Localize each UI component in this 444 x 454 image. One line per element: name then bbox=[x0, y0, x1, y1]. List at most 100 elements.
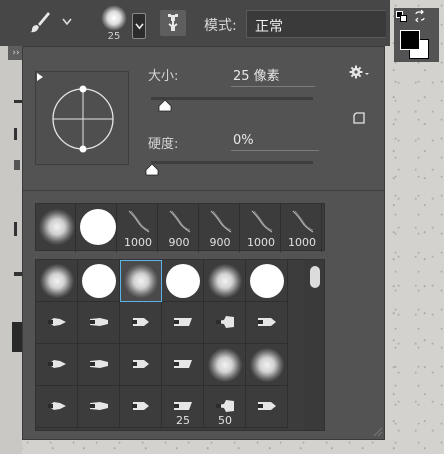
toolbar-strip bbox=[0, 46, 22, 454]
brush-preset-picker-button[interactable] bbox=[132, 13, 146, 39]
section-divider bbox=[23, 190, 384, 191]
chevron-down-icon bbox=[135, 23, 144, 30]
default-colors-icon[interactable] bbox=[396, 11, 407, 22]
foreground-color[interactable] bbox=[400, 30, 420, 50]
brush-tip-icon bbox=[258, 318, 276, 326]
size-slider-thumb[interactable] bbox=[158, 100, 172, 112]
brush-preset-2-5[interactable] bbox=[204, 302, 246, 344]
brush-preset-2-6[interactable] bbox=[246, 302, 288, 344]
brush-preset-3-3[interactable] bbox=[120, 344, 162, 386]
hardness-slider-thumb[interactable] bbox=[145, 164, 159, 176]
brush-preset-3-5[interactable] bbox=[204, 344, 246, 386]
brush-tip-icon bbox=[90, 360, 108, 368]
mode-label: 模式: bbox=[204, 18, 237, 34]
angle-handle-icon[interactable] bbox=[36, 72, 44, 82]
soft-round-brush-icon bbox=[40, 264, 74, 298]
brush-tip-icon bbox=[216, 316, 234, 328]
recent-brush-4[interactable]: 900 bbox=[159, 204, 199, 252]
hardness-label: 硬度: bbox=[148, 137, 179, 152]
paintbrush-icon[interactable] bbox=[28, 10, 52, 34]
brush-tip-icon bbox=[174, 402, 192, 410]
brush-preset-1-6[interactable] bbox=[246, 260, 288, 302]
brush-preset-4-1[interactable] bbox=[36, 386, 78, 428]
swap-colors-icon[interactable] bbox=[414, 10, 426, 22]
brush-angle-preview[interactable] bbox=[35, 71, 129, 165]
brush-angle-circle bbox=[52, 85, 114, 153]
brush-preset-1-3[interactable] bbox=[120, 260, 162, 302]
brush-preset-1-2[interactable] bbox=[78, 260, 120, 302]
new-preset-icon[interactable] bbox=[353, 112, 365, 124]
brush-preset-3-6[interactable] bbox=[246, 344, 288, 386]
brush-preset-1-5[interactable] bbox=[204, 260, 246, 302]
chevron-down-icon[interactable] bbox=[62, 18, 72, 26]
brush-preset-size: 25 bbox=[107, 31, 121, 42]
size-input[interactable]: 25 像素 bbox=[231, 65, 315, 87]
soft-round-brush-icon bbox=[124, 264, 158, 298]
brush-preset-1-1[interactable] bbox=[36, 260, 78, 302]
brush-preset-2-4[interactable] bbox=[162, 302, 204, 344]
brush-tip-icon bbox=[132, 402, 149, 410]
gear-icon[interactable] bbox=[349, 65, 371, 79]
options-bar: 25 模式: 正常 bbox=[0, 0, 390, 46]
resize-grip-icon[interactable] bbox=[371, 425, 383, 437]
brush-preset-4-5[interactable]: 50 bbox=[204, 386, 246, 428]
brush-preset-4-6[interactable] bbox=[246, 386, 288, 428]
brush-preset-3-4[interactable] bbox=[162, 344, 204, 386]
hardness-input[interactable]: 0% bbox=[231, 133, 319, 151]
toolbar-fragment bbox=[14, 160, 20, 170]
hardness-slider-track[interactable] bbox=[151, 161, 313, 164]
brush-size-label: 1000 bbox=[124, 236, 152, 249]
brush-tip-icon bbox=[258, 402, 276, 410]
brush-preset-2-3[interactable] bbox=[120, 302, 162, 344]
stroke-brush-icon bbox=[128, 210, 150, 233]
scrollbar-thumb[interactable] bbox=[310, 266, 320, 288]
brush-size-label: 900 bbox=[209, 236, 231, 249]
brush-preset-2-2[interactable] bbox=[78, 302, 120, 344]
brush-tip-icon bbox=[90, 402, 108, 410]
brush-tip-icon bbox=[174, 360, 192, 368]
brush-preset-3-1[interactable] bbox=[36, 344, 78, 386]
brush-preset-3-2[interactable] bbox=[78, 344, 120, 386]
brush-preset-picker: 大小: 25 像素 硬度: 0% 1000 900 900 1000 1000 25 50 bbox=[22, 46, 385, 440]
grid-scrollbar[interactable] bbox=[304, 260, 324, 430]
recent-brush-5[interactable]: 900 bbox=[200, 204, 240, 252]
brush-preset-2-1[interactable] bbox=[36, 302, 78, 344]
brush-tip-icon bbox=[216, 400, 234, 412]
hard-round-brush-icon bbox=[80, 209, 116, 245]
brush-size-label: 1000 bbox=[288, 236, 316, 249]
brush-tip-icon bbox=[90, 318, 108, 326]
soft-round-brush-icon bbox=[250, 348, 284, 382]
brush-tip-icon bbox=[48, 318, 66, 326]
hard-round-brush-icon bbox=[166, 264, 200, 298]
stroke-brush-icon bbox=[292, 210, 314, 233]
blend-mode-select[interactable]: 正常 bbox=[246, 10, 386, 38]
brush-preset-4-3[interactable] bbox=[120, 386, 162, 428]
recent-brush-1[interactable] bbox=[36, 204, 76, 252]
brush-size-label: 900 bbox=[168, 236, 190, 249]
soft-round-brush-icon bbox=[39, 209, 75, 245]
brush-preset-1-4[interactable] bbox=[162, 260, 204, 302]
size-slider-track[interactable] bbox=[151, 97, 313, 100]
hard-round-brush-icon bbox=[250, 264, 284, 298]
brush-preset-thumbnail[interactable] bbox=[101, 5, 127, 31]
soft-round-brush-icon bbox=[208, 348, 242, 382]
brush-size-label: 1000 bbox=[247, 236, 275, 249]
recent-brush-3[interactable]: 1000 bbox=[118, 204, 158, 252]
toolbar-fragment bbox=[14, 222, 17, 236]
soft-round-brush-icon bbox=[208, 264, 242, 298]
toolbar-fragment bbox=[12, 322, 22, 352]
brush-preset-4-2[interactable] bbox=[78, 386, 120, 428]
stroke-brush-icon bbox=[210, 210, 232, 233]
brush-tip-icon bbox=[48, 402, 66, 410]
recent-brush-2[interactable] bbox=[77, 204, 117, 252]
toolbar-fragment bbox=[14, 272, 22, 276]
stroke-brush-icon bbox=[251, 210, 273, 233]
brush-tip-icon bbox=[132, 318, 149, 326]
recent-brush-6[interactable]: 1000 bbox=[241, 204, 281, 252]
brush-size-label: 25 bbox=[176, 414, 190, 427]
brush-settings-panel-button[interactable] bbox=[160, 10, 186, 36]
brush-preset-4-4[interactable]: 25 bbox=[162, 386, 204, 428]
brush-tip-icon bbox=[48, 360, 66, 368]
recent-brush-7[interactable]: 1000 bbox=[282, 204, 322, 252]
hard-round-brush-icon bbox=[82, 264, 116, 298]
